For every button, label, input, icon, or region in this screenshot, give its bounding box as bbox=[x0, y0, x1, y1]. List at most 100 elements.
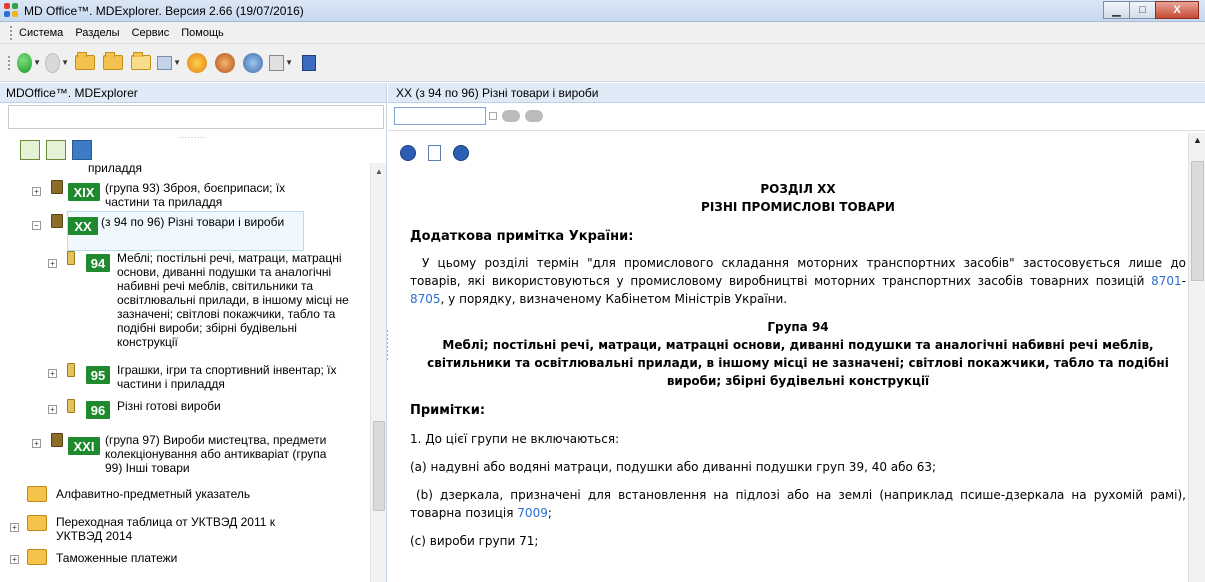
tree-item-94[interactable]: Меблі; постільні речі, матраци, матрацні… bbox=[117, 251, 357, 349]
group-number: Група 94 bbox=[767, 320, 829, 334]
close-button[interactable]: X bbox=[1155, 1, 1199, 19]
toolbar: ▼ ▼ ▼ ▼ bbox=[0, 44, 1205, 82]
heading-link-8701[interactable]: 8701 bbox=[1151, 274, 1182, 288]
left-panel-title: MDOffice™. MDExplorer bbox=[0, 83, 386, 103]
expand-toggle[interactable]: + bbox=[48, 405, 57, 414]
note-item-a: (a) надувні або водяні матраци, подушки … bbox=[410, 460, 937, 474]
note-paragraph: У цьому розділі термін "для промислового… bbox=[410, 254, 1186, 308]
tree-scrollbar[interactable]: ▲ bbox=[370, 163, 386, 582]
section-number: РОЗДІЛ XX bbox=[760, 182, 836, 196]
document-body: РОЗДІЛ XX РІЗНІ ПРОМИСЛОВІ ТОВАРИ Додатк… bbox=[410, 180, 1186, 550]
tree-scroll-thumb[interactable] bbox=[373, 421, 385, 511]
right-panel-title: XX (з 94 по 96) Різні товари і вироби bbox=[388, 83, 1205, 103]
print-button[interactable]: ▼ bbox=[269, 51, 293, 75]
prev-section-icon[interactable] bbox=[400, 145, 416, 161]
menu-bar: Система Разделы Сервис Помощь bbox=[0, 22, 1205, 44]
tree-item-xx[interactable]: (з 94 по 96) Різні товари і вироби bbox=[101, 215, 301, 229]
expand-toggle[interactable]: + bbox=[10, 555, 19, 564]
tree-item-cut: приладдя bbox=[88, 163, 143, 175]
table-folder-icon bbox=[27, 515, 47, 531]
calculator-icon bbox=[187, 52, 207, 73]
exit-button[interactable] bbox=[297, 51, 321, 75]
expand-toggle[interactable]: + bbox=[32, 187, 41, 196]
people-icon bbox=[243, 52, 263, 73]
tools-icon bbox=[157, 55, 173, 70]
users-button[interactable] bbox=[213, 51, 237, 75]
section-tree: приладдя + XIX (група 93) Зброя, боєприп… bbox=[0, 163, 370, 582]
note-item-1: 1. До цієї групи не включаються: bbox=[410, 432, 620, 446]
book-icon bbox=[51, 433, 63, 447]
tree-item-alpha-index[interactable]: Алфавитно-предметный указатель bbox=[56, 487, 250, 501]
note-heading: Додаткова примітка України: bbox=[410, 229, 634, 244]
section-badge: XIX bbox=[68, 183, 100, 201]
menu-grip bbox=[10, 25, 13, 40]
note-item-b-end: ; bbox=[547, 506, 552, 520]
bookmark-folder-icon bbox=[131, 52, 151, 70]
calc-button[interactable] bbox=[185, 51, 209, 75]
tree-item-transition-table[interactable]: Переходная таблица от УКТВЭД 2011 к УКТВ… bbox=[56, 515, 286, 543]
tree-item-95[interactable]: Іграшки, ігри та спортивний інвентар; їх… bbox=[117, 363, 357, 391]
page-icon[interactable] bbox=[428, 145, 441, 161]
folder-up-button[interactable] bbox=[101, 51, 125, 75]
group-badge: 95 bbox=[86, 366, 110, 384]
folder-icon bbox=[103, 52, 123, 70]
group-icon bbox=[67, 363, 75, 377]
customs-folder-icon bbox=[27, 549, 47, 565]
printer-icon bbox=[269, 54, 285, 71]
forward-button[interactable]: ▼ bbox=[45, 51, 69, 75]
tree-item-xix[interactable]: (група 93) Зброя, боєприпаси; їх частини… bbox=[105, 181, 305, 209]
people-button[interactable] bbox=[241, 51, 265, 75]
note-item-b: (b) дзеркала, призначені для встановленн… bbox=[410, 486, 1186, 522]
section-badge: XXI bbox=[68, 437, 100, 455]
divider bbox=[388, 130, 1205, 131]
group-icon bbox=[67, 399, 75, 413]
menu-help[interactable]: Помощь bbox=[181, 27, 224, 39]
open-folder-button[interactable] bbox=[73, 51, 97, 75]
back-button[interactable]: ▼ bbox=[17, 51, 41, 75]
folder-open-icon bbox=[75, 52, 95, 70]
minimize-button[interactable]: ▁ bbox=[1103, 1, 1130, 19]
group-icon bbox=[67, 251, 75, 265]
section-badge: XX bbox=[68, 217, 98, 235]
bookmarks-button[interactable] bbox=[129, 51, 153, 75]
document-scrollbar[interactable]: ▲ bbox=[1188, 133, 1205, 582]
heading-link-7009[interactable]: 7009 bbox=[517, 506, 548, 520]
collapse-toggle[interactable]: − bbox=[32, 221, 41, 230]
doc-search-input[interactable] bbox=[394, 107, 486, 125]
heading-link-8705[interactable]: 8705 bbox=[410, 292, 441, 306]
expand-toggle[interactable]: + bbox=[10, 523, 19, 532]
tools-button[interactable]: ▼ bbox=[157, 51, 181, 75]
maximize-button[interactable]: □ bbox=[1129, 1, 1156, 19]
find-next-icon[interactable] bbox=[525, 110, 543, 122]
users-icon bbox=[215, 52, 235, 73]
search-checkbox[interactable] bbox=[489, 112, 497, 120]
left-panel: MDOffice™. MDExplorer ......... приладдя… bbox=[0, 83, 387, 582]
tree-item-96[interactable]: Різні готові вироби bbox=[117, 399, 357, 413]
title-bar: MD Office™. MDExplorer. Версия 2.66 (19/… bbox=[0, 0, 1205, 22]
tree-item-customs[interactable]: Таможенные платежи bbox=[56, 551, 177, 565]
next-section-icon[interactable] bbox=[453, 145, 469, 161]
splitter-handle[interactable]: ......... bbox=[178, 131, 207, 140]
tree-view-button[interactable] bbox=[72, 140, 92, 160]
note-text-end: , у порядку, визначеному Кабінетом Мініс… bbox=[440, 292, 788, 306]
left-search-area[interactable] bbox=[8, 105, 384, 129]
notes-heading: Примітки: bbox=[410, 403, 486, 418]
tree-add-button[interactable] bbox=[46, 140, 66, 160]
menu-service[interactable]: Сервис bbox=[132, 27, 170, 39]
find-prev-icon[interactable] bbox=[502, 110, 520, 122]
document-scroll-thumb[interactable] bbox=[1191, 161, 1204, 281]
menu-sections[interactable]: Разделы bbox=[75, 27, 119, 39]
back-arrow-icon bbox=[17, 52, 33, 73]
expand-toggle[interactable]: + bbox=[48, 369, 57, 378]
expand-toggle[interactable]: + bbox=[48, 259, 57, 268]
forward-arrow-icon bbox=[45, 52, 61, 73]
window-title: MD Office™. MDExplorer. Версия 2.66 (19/… bbox=[24, 3, 304, 18]
tree-expand-button[interactable] bbox=[20, 140, 40, 160]
expand-toggle[interactable]: + bbox=[32, 439, 41, 448]
index-icon bbox=[27, 486, 47, 502]
right-panel: XX (з 94 по 96) Різні товари і вироби РО… bbox=[388, 83, 1205, 582]
exit-icon bbox=[302, 54, 316, 71]
tree-item-xxi[interactable]: (група 97) Вироби мистецтва, предмети ко… bbox=[105, 433, 345, 475]
book-open-icon bbox=[51, 214, 63, 228]
menu-system[interactable]: Система bbox=[19, 27, 63, 39]
